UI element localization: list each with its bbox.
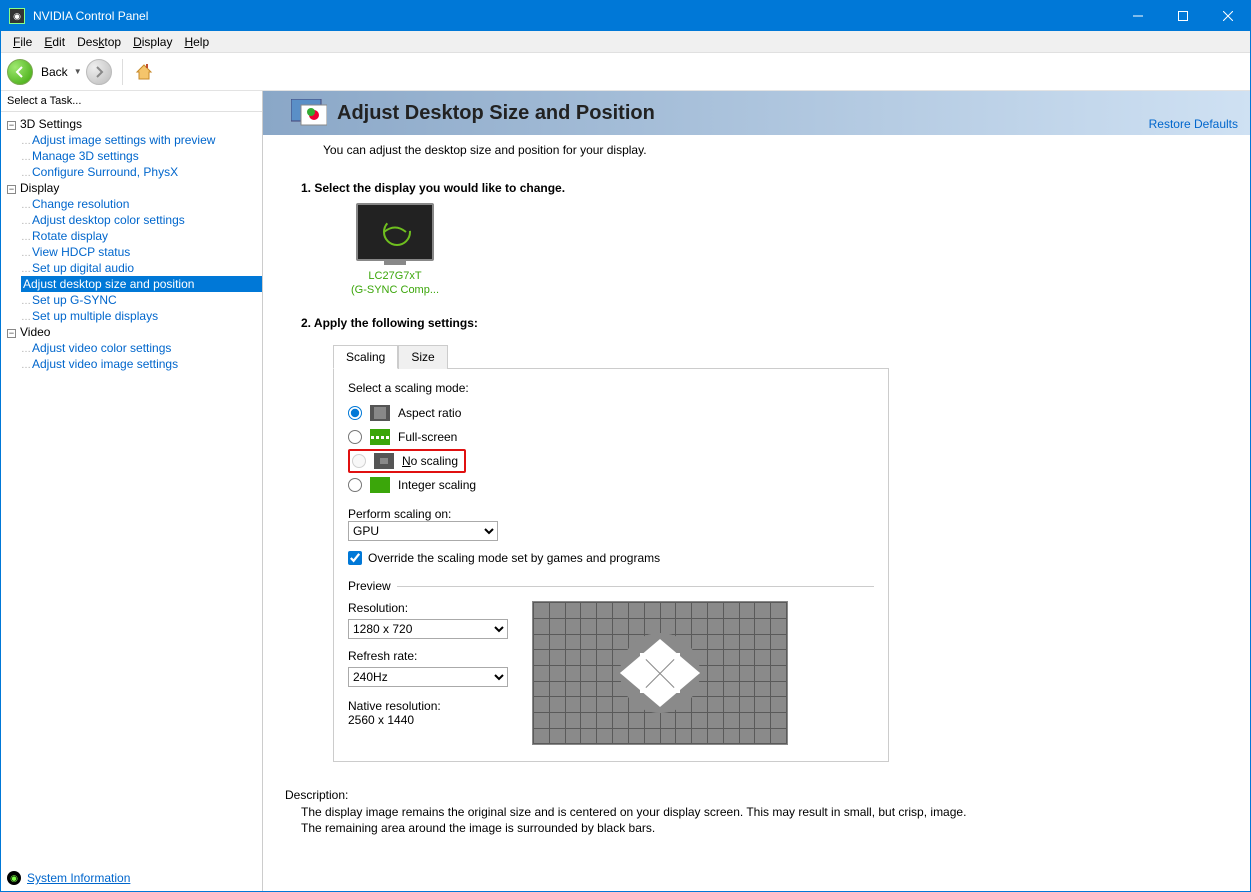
page-description: You can adjust the desktop size and posi… (263, 135, 1250, 167)
perform-scaling-select[interactable]: GPU (348, 521, 498, 541)
radio-aspect-ratio[interactable]: Aspect ratio (348, 401, 874, 425)
override-checkbox[interactable] (348, 551, 362, 565)
native-resolution: Native resolution: 2560 x 1440 (348, 699, 508, 727)
close-button[interactable] (1205, 1, 1250, 31)
scaling-mode-label: Select a scaling mode: (348, 381, 874, 395)
step1-heading: 1. Select the display you would like to … (301, 181, 1224, 195)
forward-button[interactable] (86, 59, 112, 85)
refresh-rate-label: Refresh rate: (348, 649, 508, 663)
radio-no-scaling[interactable]: No scaling (352, 453, 458, 469)
tree-item-selected[interactable]: Adjust desktop size and position (21, 276, 262, 292)
perform-scaling-label: Perform scaling on: (348, 507, 874, 521)
radio-aspect-input[interactable] (348, 406, 362, 420)
tree-item[interactable]: …Manage 3D settings (21, 148, 262, 164)
collapse-icon[interactable]: − (7, 121, 16, 130)
restore-defaults-link[interactable]: Restore Defaults (1149, 117, 1238, 131)
description-text: The display image remains the original s… (285, 804, 1240, 836)
display-name: LC27G7xT(G-SYNC Comp... (351, 269, 439, 298)
description-label: Description: (285, 788, 1240, 802)
task-tree: −3D Settings …Adjust image settings with… (1, 112, 262, 865)
menu-edit[interactable]: Edit (38, 33, 71, 51)
tab-body-scaling: Select a scaling mode: Aspect ratio Full… (333, 368, 889, 762)
minimize-button[interactable] (1115, 1, 1160, 31)
tree-item[interactable]: …Change resolution (21, 196, 262, 212)
tree-item[interactable]: …Rotate display (21, 228, 262, 244)
nvidia-icon: ◉ (9, 8, 25, 24)
menu-help[interactable]: Help (178, 33, 215, 51)
titlebar: ◉ NVIDIA Control Panel (1, 1, 1250, 31)
tree-item[interactable]: …Adjust video color settings (21, 340, 262, 356)
resolution-label: Resolution: (348, 601, 508, 615)
menu-file[interactable]: File (7, 33, 38, 51)
no-scaling-icon (374, 453, 394, 469)
settings-panel: 1. Select the display you would like to … (285, 167, 1240, 770)
display-item[interactable]: LC27G7xT(G-SYNC Comp... (351, 203, 439, 298)
collapse-icon[interactable]: − (7, 185, 16, 194)
window-title: NVIDIA Control Panel (33, 9, 1115, 23)
tab-scaling[interactable]: Scaling (333, 345, 398, 369)
tree-category-display[interactable]: −Display (7, 180, 262, 196)
radio-integer-input[interactable] (348, 478, 362, 492)
collapse-icon[interactable]: − (7, 329, 16, 338)
menubar: File Edit Desktop Display Help (1, 31, 1250, 53)
menu-display[interactable]: Display (127, 33, 178, 51)
back-dropdown[interactable]: ▼ (74, 67, 82, 76)
sysinfo-icon: ◉ (7, 871, 21, 885)
radio-fullscreen-label: Full-screen (398, 430, 457, 444)
tree-item[interactable]: …Adjust image settings with preview (21, 132, 262, 148)
preview-image: document.write(Array(144).fill('<div></d… (532, 601, 788, 745)
aspect-ratio-icon (370, 405, 390, 421)
tab-size[interactable]: Size (398, 345, 447, 369)
tree-item[interactable]: …Adjust video image settings (21, 356, 262, 372)
home-icon[interactable] (133, 61, 155, 83)
sidebar-footer: ◉ System Information (1, 865, 262, 891)
menu-desktop[interactable]: Desktop (71, 33, 127, 51)
radio-integer[interactable]: Integer scaling (348, 473, 874, 497)
radio-fullscreen-input[interactable] (348, 430, 362, 444)
radio-integer-label: Integer scaling (398, 478, 476, 492)
resolution-select[interactable]: 1280 x 720 (348, 619, 508, 639)
page-banner: Adjust Desktop Size and Position Restore… (263, 91, 1250, 135)
radio-noscaling-input[interactable] (352, 454, 366, 468)
tree-item[interactable]: …Configure Surround, PhysX (21, 164, 262, 180)
display-monitor-icon (356, 203, 434, 261)
highlighted-no-scaling: No scaling (348, 449, 466, 473)
back-label: Back (41, 65, 68, 79)
tree-category-3d[interactable]: −3D Settings (7, 116, 262, 132)
tabs: Scaling Size (333, 344, 1224, 368)
radio-aspect-label: Aspect ratio (398, 406, 461, 420)
tree-item[interactable]: …Set up digital audio (21, 260, 262, 276)
tree-item[interactable]: …Adjust desktop color settings (21, 212, 262, 228)
radio-fullscreen[interactable]: Full-screen (348, 425, 874, 449)
page-title: Adjust Desktop Size and Position (337, 102, 655, 125)
integer-scaling-icon (370, 477, 390, 493)
back-button[interactable] (7, 59, 33, 85)
banner-monitor-icon (291, 99, 327, 127)
fullscreen-icon (370, 429, 390, 445)
tree-item[interactable]: …Set up multiple displays (21, 308, 262, 324)
sidebar-heading: Select a Task... (1, 91, 262, 112)
tree-item[interactable]: …View HDCP status (21, 244, 262, 260)
main-content: Adjust Desktop Size and Position Restore… (263, 91, 1250, 891)
system-information-link[interactable]: System Information (27, 871, 130, 885)
maximize-button[interactable] (1160, 1, 1205, 31)
refresh-rate-select[interactable]: 240Hz (348, 667, 508, 687)
preview-heading: Preview (348, 579, 874, 593)
radio-noscaling-label: No scaling (402, 454, 458, 468)
description-block: Description: The display image remains t… (285, 788, 1240, 836)
toolbar-separator (122, 59, 123, 85)
step2-heading: 2. Apply the following settings: (301, 316, 1224, 330)
toolbar: Back ▼ (1, 53, 1250, 91)
tree-item[interactable]: …Set up G-SYNC (21, 292, 262, 308)
override-label: Override the scaling mode set by games a… (368, 551, 660, 565)
sidebar: Select a Task... −3D Settings …Adjust im… (1, 91, 263, 891)
override-checkbox-row[interactable]: Override the scaling mode set by games a… (348, 551, 874, 565)
tree-category-video[interactable]: −Video (7, 324, 262, 340)
